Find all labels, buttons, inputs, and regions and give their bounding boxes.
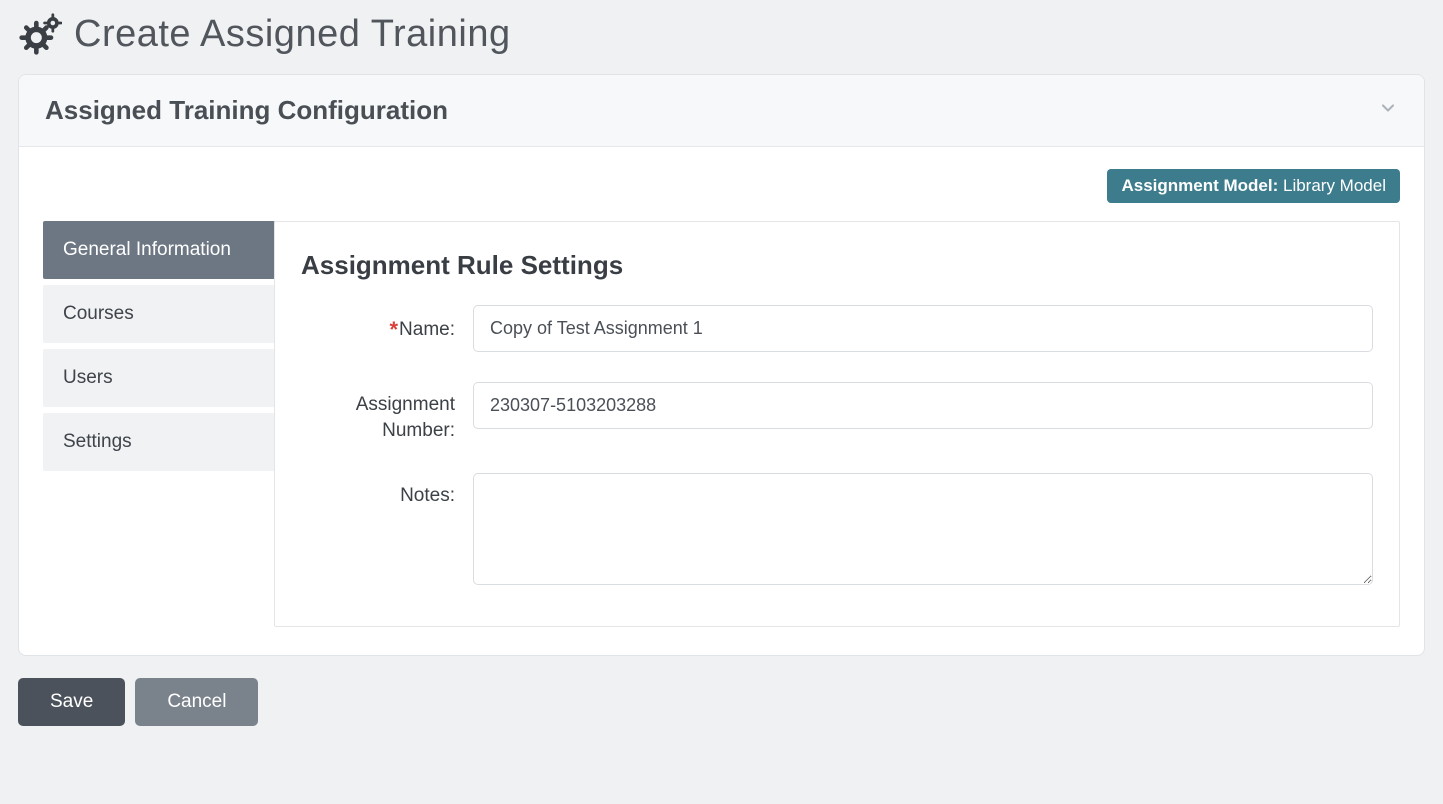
assignment-number-label: Assignment Number: [356, 394, 455, 441]
notes-label-col: Notes: [301, 473, 473, 509]
cancel-button[interactable]: Cancel [135, 678, 258, 726]
save-button[interactable]: Save [18, 678, 125, 726]
name-input[interactable] [473, 305, 1373, 352]
gears-icon [18, 12, 62, 56]
name-label-col: *Name: [301, 305, 473, 345]
assignment-number-label-col: Assignment Number: [301, 382, 473, 443]
side-tabs: General Information Courses Users Settin… [43, 221, 275, 627]
chevron-down-icon [1378, 98, 1398, 123]
tab-label: Users [63, 367, 113, 388]
notes-textarea[interactable] [473, 473, 1373, 585]
tab-general-information[interactable]: General Information [43, 221, 275, 279]
form-row-assignment-number: Assignment Number: [301, 382, 1373, 443]
card-header[interactable]: Assigned Training Configuration [19, 75, 1424, 147]
tab-panel-general: Assignment Rule Settings *Name: Assignme… [274, 221, 1400, 627]
model-badge-row: Assignment Model: Library Model [43, 169, 1400, 203]
name-label: Name: [399, 319, 455, 340]
card-body: Assignment Model: Library Model General … [19, 147, 1424, 655]
tab-users[interactable]: Users [43, 349, 275, 407]
assignment-model-badge: Assignment Model: Library Model [1107, 169, 1400, 203]
form-row-name: *Name: [301, 305, 1373, 352]
page-title: Create Assigned Training [74, 13, 511, 56]
assignment-number-input[interactable] [473, 382, 1373, 429]
form-row-notes: Notes: [301, 473, 1373, 590]
panel-heading: Assignment Rule Settings [301, 250, 1373, 281]
notes-label: Notes: [400, 485, 455, 506]
tab-label: General Information [63, 239, 231, 260]
assignment-model-label: Assignment Model: [1121, 176, 1278, 195]
tab-courses[interactable]: Courses [43, 285, 275, 343]
page-title-row: Create Assigned Training [18, 12, 1425, 56]
content-row: General Information Courses Users Settin… [43, 221, 1400, 627]
card-header-title: Assigned Training Configuration [45, 95, 448, 126]
tab-label: Courses [63, 303, 134, 324]
tab-label: Settings [63, 431, 132, 452]
config-card: Assigned Training Configuration Assignme… [18, 74, 1425, 656]
footer-actions: Save Cancel [18, 678, 1425, 726]
required-star-icon: * [389, 317, 398, 342]
assignment-model-value: Library Model [1283, 176, 1386, 195]
tab-settings[interactable]: Settings [43, 413, 275, 471]
